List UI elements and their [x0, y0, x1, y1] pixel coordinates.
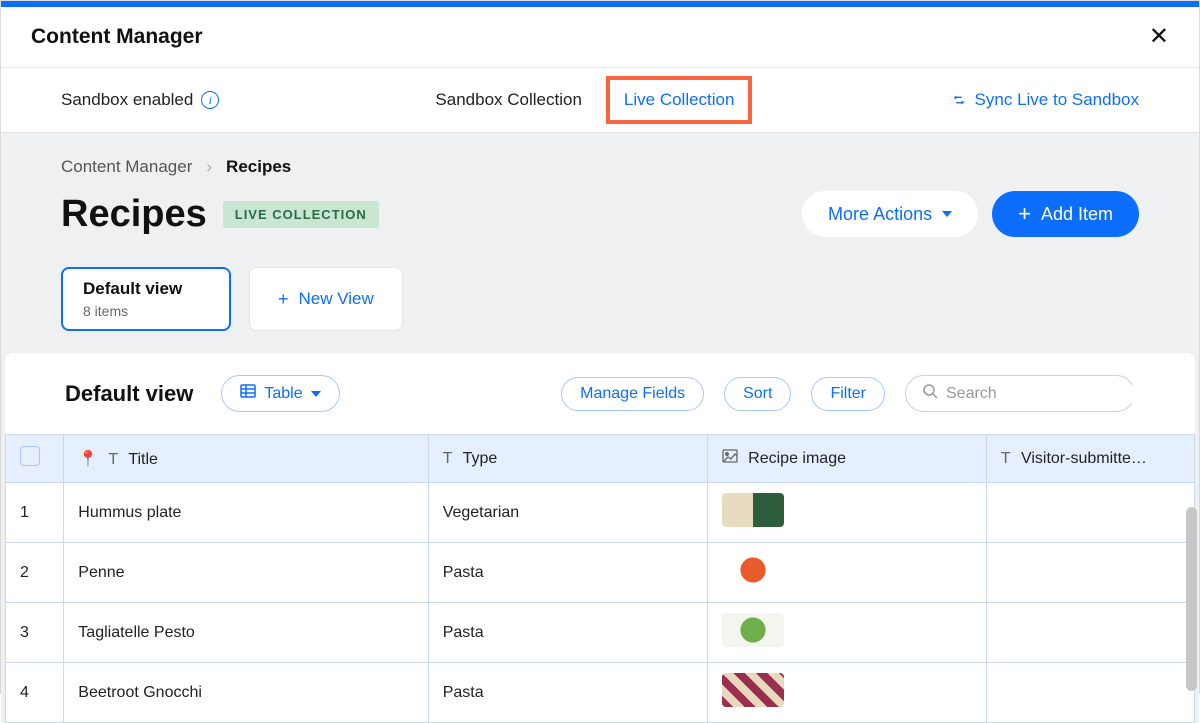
recipe-thumbnail	[722, 493, 784, 527]
cell-type[interactable]: Pasta	[428, 603, 707, 663]
text-type-icon: T	[443, 450, 453, 467]
sync-label: Sync Live to Sandbox	[975, 90, 1139, 110]
recipe-thumbnail	[722, 673, 784, 707]
table-controls: Default view Table Manage Fields Sort Fi…	[65, 375, 1135, 412]
page-header-title: Content Manager	[31, 25, 203, 49]
sort-button[interactable]: Sort	[724, 377, 791, 411]
collection-tabs: Sandbox Collection Live Collection	[423, 82, 746, 118]
view-mode-dropdown[interactable]: Table	[221, 375, 339, 412]
column-type-label: Type	[463, 450, 498, 467]
filter-button[interactable]: Filter	[811, 377, 885, 411]
info-icon[interactable]: i	[201, 91, 219, 109]
breadcrumb: Content Manager › Recipes	[61, 157, 1139, 177]
cell-image[interactable]	[707, 663, 986, 723]
add-item-label: Add Item	[1041, 204, 1113, 225]
sandbox-status-label: Sandbox enabled	[61, 90, 193, 110]
plus-icon: +	[1018, 203, 1031, 225]
page-actions: More Actions + Add Item	[802, 191, 1139, 237]
manage-fields-button[interactable]: Manage Fields	[561, 377, 704, 411]
table-header-row: 📍 T Title T Type	[6, 435, 1195, 483]
table-panel: Default view Table Manage Fields Sort Fi…	[5, 353, 1195, 723]
search-icon	[922, 383, 938, 404]
select-all-checkbox[interactable]	[20, 446, 40, 466]
cell-type[interactable]: Pasta	[428, 543, 707, 603]
table-row[interactable]: 2 Penne Pasta	[6, 543, 1195, 603]
chevron-down-icon	[942, 211, 952, 217]
tab-sandbox-collection[interactable]: Sandbox Collection	[423, 82, 593, 118]
page-title-row: Recipes LIVE COLLECTION More Actions + A…	[61, 191, 1139, 237]
breadcrumb-root[interactable]: Content Manager	[61, 157, 192, 177]
cell-type[interactable]: Pasta	[428, 663, 707, 723]
table-row[interactable]: 1 Hummus plate Vegetarian	[6, 483, 1195, 543]
search-box[interactable]	[905, 375, 1135, 412]
data-table: 📍 T Title T Type	[5, 434, 1195, 723]
sandbox-status: Sandbox enabled i	[61, 90, 219, 110]
text-type-icon: T	[1001, 450, 1011, 467]
cell-image[interactable]	[707, 543, 986, 603]
new-view-button[interactable]: + New View	[249, 267, 403, 331]
header: Content Manager ✕	[1, 7, 1199, 68]
view-chip-name: Default view	[83, 279, 209, 299]
row-number: 3	[6, 603, 64, 663]
view-chip-default[interactable]: Default view 8 items	[61, 267, 231, 331]
cell-title[interactable]: Hummus plate	[64, 483, 428, 543]
cell-visitor[interactable]	[986, 483, 1194, 543]
row-number: 2	[6, 543, 64, 603]
cell-title[interactable]: Penne	[64, 543, 428, 603]
column-title-label: Title	[128, 451, 158, 468]
collection-toolbar: Sandbox enabled i Sandbox Collection Liv…	[1, 68, 1199, 133]
column-recipe-image[interactable]: Recipe image	[707, 435, 986, 483]
row-number: 4	[6, 663, 64, 723]
sync-icon	[951, 92, 967, 108]
sync-live-to-sandbox[interactable]: Sync Live to Sandbox	[951, 90, 1139, 110]
header-checkbox-cell	[6, 435, 64, 483]
table-body: 1 Hummus plate Vegetarian 2 Penne Pasta …	[6, 483, 1195, 723]
cell-visitor[interactable]	[986, 663, 1194, 723]
recipe-thumbnail	[722, 613, 784, 647]
cell-title[interactable]: Beetroot Gnocchi	[64, 663, 428, 723]
cell-type[interactable]: Vegetarian	[428, 483, 707, 543]
table-row[interactable]: 4 Beetroot Gnocchi Pasta	[6, 663, 1195, 723]
plus-icon: +	[278, 290, 289, 308]
search-input[interactable]	[946, 385, 1153, 403]
add-item-button[interactable]: + Add Item	[992, 191, 1139, 237]
live-collection-badge: LIVE COLLECTION	[223, 201, 379, 228]
column-visitor-label: Visitor-submitte…	[1021, 450, 1147, 467]
page-title: Recipes	[61, 193, 207, 236]
scrollbar[interactable]	[1186, 507, 1197, 691]
view-mode-label: Table	[264, 385, 302, 403]
content-area: Content Manager › Recipes Recipes LIVE C…	[1, 133, 1199, 723]
cell-visitor[interactable]	[986, 603, 1194, 663]
image-type-icon	[722, 450, 742, 467]
current-view-title: Default view	[65, 381, 193, 407]
cell-visitor[interactable]	[986, 543, 1194, 603]
column-visitor-submitted[interactable]: T Visitor-submitte…	[986, 435, 1194, 483]
breadcrumb-current: Recipes	[226, 157, 291, 177]
column-image-label: Recipe image	[748, 450, 846, 467]
row-number: 1	[6, 483, 64, 543]
view-chip-count: 8 items	[83, 303, 209, 319]
cell-image[interactable]	[707, 483, 986, 543]
close-icon[interactable]: ✕	[1149, 25, 1169, 49]
column-title[interactable]: 📍 T Title	[64, 435, 428, 483]
views-row: Default view 8 items + New View	[61, 267, 1139, 331]
more-actions-label: More Actions	[828, 204, 932, 225]
chevron-down-icon	[311, 391, 321, 397]
cell-title[interactable]: Tagliatelle Pesto	[64, 603, 428, 663]
text-type-icon: T	[108, 451, 118, 468]
table-icon	[240, 383, 256, 404]
new-view-label: New View	[299, 289, 374, 309]
cell-image[interactable]	[707, 603, 986, 663]
page-title-left: Recipes LIVE COLLECTION	[61, 193, 379, 236]
pin-icon: 📍	[78, 451, 98, 468]
tab-live-collection[interactable]: Live Collection	[612, 82, 747, 118]
chevron-right-icon: ›	[206, 157, 212, 177]
column-type[interactable]: T Type	[428, 435, 707, 483]
more-actions-button[interactable]: More Actions	[802, 191, 978, 237]
table-row[interactable]: 3 Tagliatelle Pesto Pasta	[6, 603, 1195, 663]
recipe-thumbnail	[722, 553, 784, 587]
